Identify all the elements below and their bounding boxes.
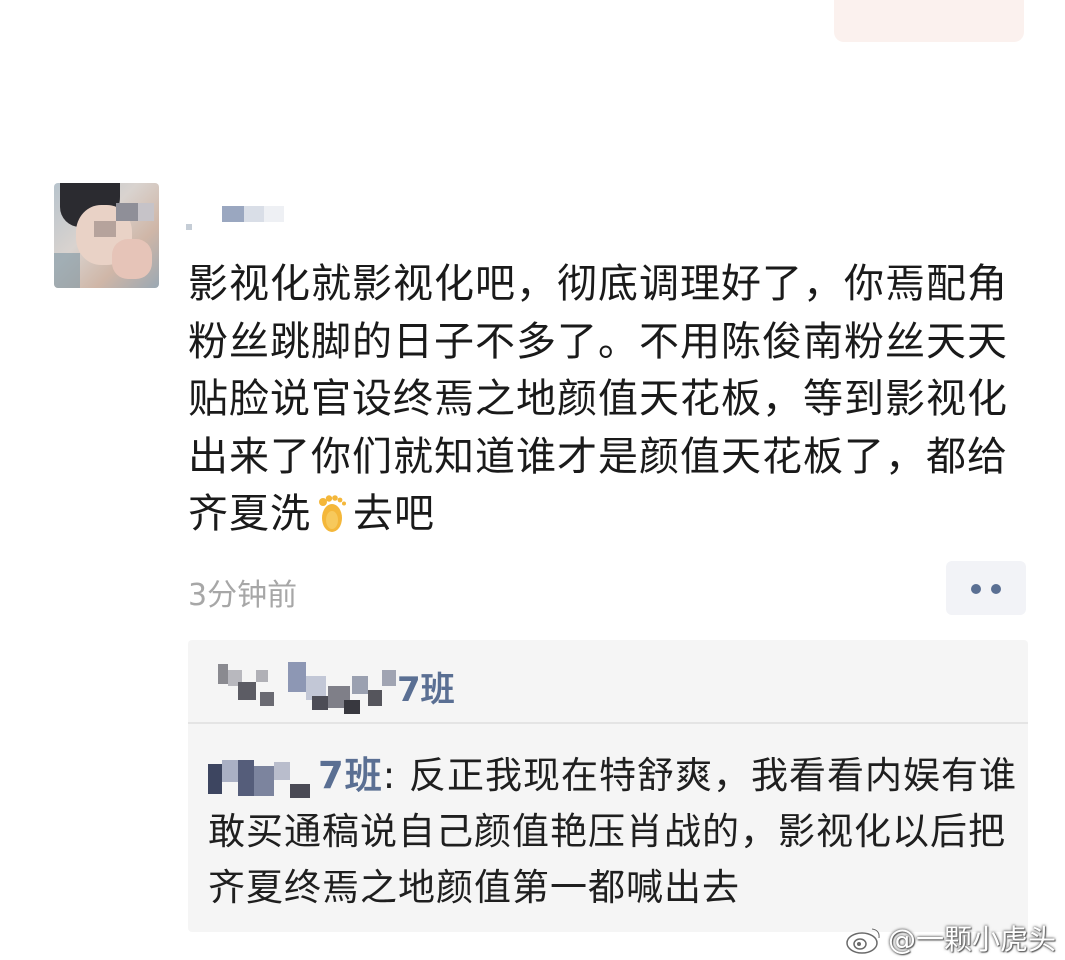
- commenter-name[interactable]: 7班: [208, 754, 383, 798]
- post-timestamp: 3分钟前: [188, 578, 298, 613]
- comment-separator: :: [382, 754, 409, 797]
- liker-name-suffix[interactable]: 7班: [397, 662, 455, 711]
- divider: [188, 722, 1028, 724]
- comment-item: 7班: 反正我现在特舒爽，我看看内娱有谁敢买通稿说自己颜值艳压肖战的，影视化以后…: [208, 748, 1018, 916]
- like-row: 7班: [188, 640, 1028, 722]
- post-body: 影视化就影视化吧，彻底调理好了，你焉配角粉丝跳脚的日子不多了。不用陈俊南粉丝天天…: [188, 256, 1018, 544]
- username-mosaic[interactable]: [186, 200, 296, 230]
- foot-emoji-icon: [315, 492, 349, 532]
- moments-post-screen: 影视化就影视化吧，彻底调理好了，你焉配角粉丝跳脚的日子不多了。不用陈俊南粉丝天天…: [0, 0, 1065, 960]
- post-body-text-end: 去吧: [353, 491, 435, 537]
- commenter-name-mosaic: [208, 756, 318, 798]
- watermark-text: @一颗小虎头: [888, 923, 1057, 956]
- more-actions-button[interactable]: [946, 561, 1026, 615]
- watermark: @一颗小虎头: [844, 918, 1057, 956]
- weibo-logo-icon: [844, 925, 884, 955]
- comment-section: 7班 7班: 反正我现在特舒爽，我看看内娱有谁敢买通稿说自己颜值艳压肖战的，影视…: [188, 640, 1028, 932]
- user-avatar[interactable]: [54, 183, 159, 288]
- previous-post-remnant: [834, 0, 1024, 42]
- post-body-text: 影视化就影视化吧，彻底调理好了，你焉配角粉丝跳脚的日子不多了。不用陈俊南粉丝天天…: [188, 261, 1008, 537]
- commenter-name-suffix: 7班: [318, 754, 383, 797]
